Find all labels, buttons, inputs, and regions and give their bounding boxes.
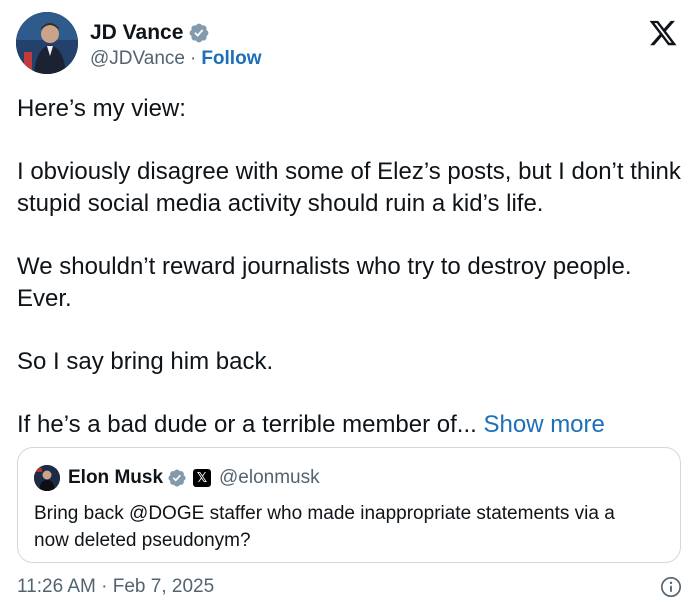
show-more-link[interactable]: Show more — [483, 411, 604, 438]
quoted-author-name[interactable]: Elon Musk — [68, 467, 163, 489]
x-logo-icon[interactable] — [648, 18, 678, 48]
tweet-paragraph: We shouldn’t reward journalists who try … — [17, 253, 632, 312]
author-display-name[interactable]: JD Vance — [90, 21, 183, 45]
tweet-paragraph: I obviously disagree with some of Elez’s… — [17, 158, 681, 217]
separator-dot: · — [189, 48, 197, 69]
follow-button[interactable]: Follow — [201, 48, 261, 70]
info-icon[interactable] — [660, 576, 682, 598]
tweet-paragraph: Here’s my view: — [17, 95, 186, 122]
tweet-truncated-text: If he’s a bad dude or a terrible member … — [17, 411, 477, 438]
quoted-tweet-text: Bring back @DOGE staffer who made inappr… — [34, 503, 615, 551]
quoted-tweet[interactable]: Elon Musk 𝕏 @elonmusk Bring back @DOGE s… — [17, 447, 681, 563]
verified-badge-icon — [168, 469, 186, 487]
verified-badge-icon — [190, 23, 209, 43]
tweet-paragraph: So I say bring him back. — [17, 348, 274, 375]
tweet-paragraph-truncated: If he’s a bad dude or a terrible member … — [17, 409, 687, 441]
quoted-tweet-header: Elon Musk 𝕏 @elonmusk — [34, 465, 320, 491]
author-handle-row: @JDVance · Follow — [90, 48, 261, 70]
quoted-author-handle[interactable]: @elonmusk — [219, 467, 320, 489]
affiliation-badge-icon: 𝕏 — [193, 469, 212, 487]
tweet-header: JD Vance @JDVance · Follow — [16, 12, 684, 76]
author-avatar[interactable] — [16, 12, 78, 74]
quoted-author-avatar[interactable] — [34, 465, 60, 491]
tweet-body: Here’s my view: I obviously disagree wit… — [17, 93, 687, 441]
author-handle[interactable]: @JDVance — [90, 48, 185, 70]
author-name-row: JD Vance — [90, 21, 210, 45]
tweet-timestamp[interactable]: 11:26 AM · Feb 7, 2025 — [17, 576, 214, 598]
